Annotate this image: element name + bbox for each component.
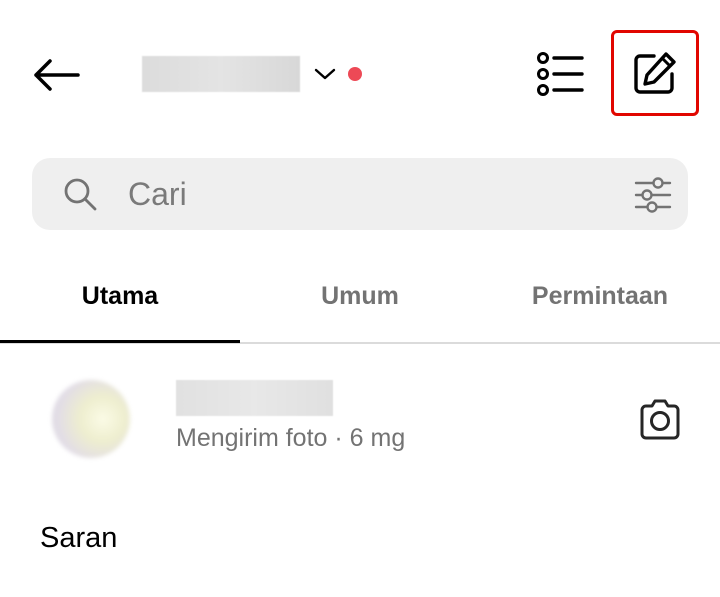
search-input[interactable] bbox=[128, 158, 608, 230]
chevron-down-icon bbox=[314, 67, 336, 81]
arrow-left-icon bbox=[34, 59, 80, 91]
list-view-button[interactable] bbox=[532, 48, 588, 100]
camera-icon[interactable] bbox=[636, 396, 684, 444]
tab-label: Umum bbox=[321, 282, 399, 310]
pencil-square-icon bbox=[634, 52, 676, 94]
new-message-button[interactable] bbox=[611, 30, 699, 116]
active-tab-indicator bbox=[0, 340, 240, 343]
direct-messages-screen: Utama Umum Permintaan Mengirim foto · 6 … bbox=[0, 0, 720, 597]
tab-umum[interactable]: Umum bbox=[240, 262, 480, 342]
sliders-icon[interactable] bbox=[634, 176, 672, 214]
back-button[interactable] bbox=[28, 50, 84, 100]
tab-label: Permintaan bbox=[531, 282, 669, 310]
suggestions-heading: Saran bbox=[40, 522, 118, 554]
tab-utama[interactable]: Utama bbox=[0, 262, 240, 342]
inbox-tabs: Utama Umum Permintaan bbox=[0, 262, 720, 344]
avatar bbox=[52, 380, 130, 458]
conversation-row[interactable]: Mengirim foto · 6 mg bbox=[0, 360, 720, 480]
search-bar[interactable] bbox=[32, 158, 688, 230]
list-icon bbox=[537, 52, 584, 96]
tab-permintaan[interactable]: Permintaan bbox=[480, 262, 720, 342]
notification-dot bbox=[348, 67, 362, 81]
account-switcher[interactable] bbox=[142, 56, 362, 92]
search-icon bbox=[64, 178, 97, 211]
message-preview: Mengirim foto · 6 mg bbox=[176, 424, 406, 452]
tab-label: Utama bbox=[81, 282, 159, 310]
account-name-redacted bbox=[142, 56, 300, 92]
header bbox=[0, 0, 720, 140]
contact-name-redacted bbox=[176, 380, 333, 416]
